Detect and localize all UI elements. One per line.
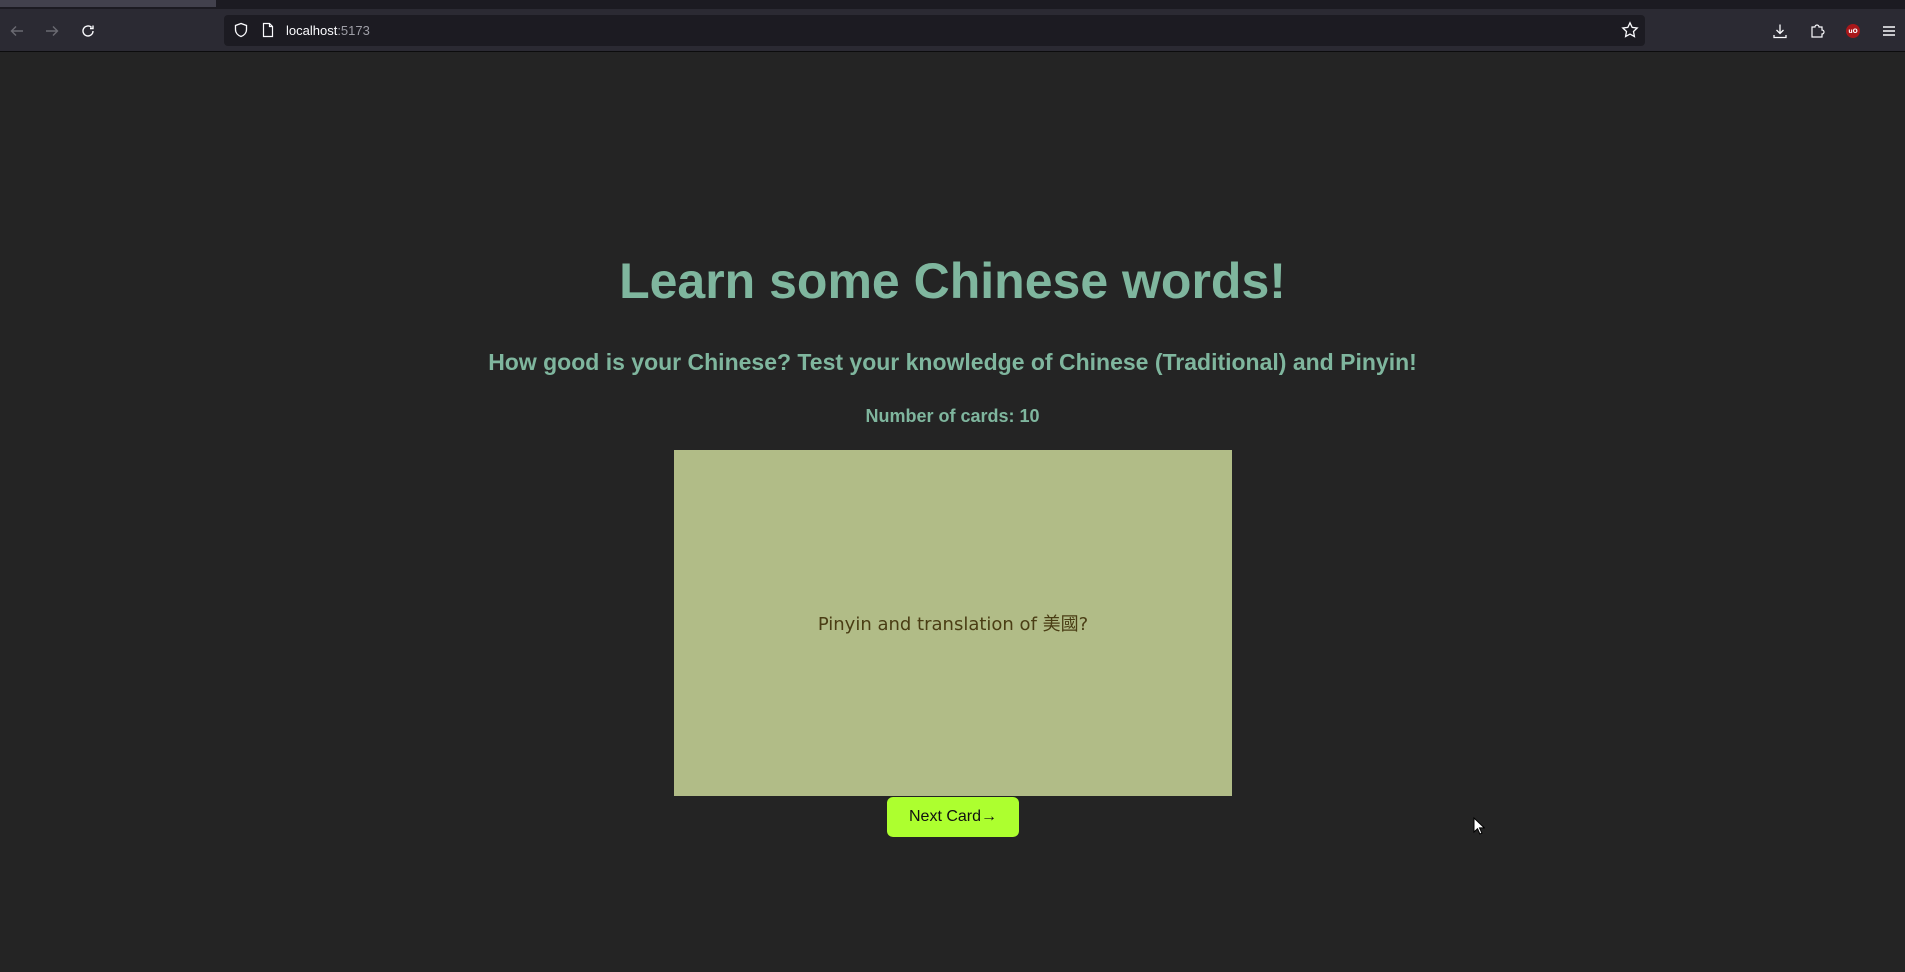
- next-card-button[interactable]: Next Card→: [887, 797, 1019, 837]
- ublock-icon: uO: [1846, 24, 1860, 38]
- mouse-cursor-icon: [1473, 817, 1485, 835]
- ublock-button[interactable]: uO: [1842, 20, 1864, 42]
- card-question: Pinyin and translation of 美國?: [817, 614, 1089, 635]
- puzzle-icon: [1811, 24, 1825, 38]
- arrow-left-icon: [10, 26, 23, 36]
- hamburger-menu-icon: [1883, 26, 1895, 36]
- back-button[interactable]: [6, 20, 28, 42]
- reload-button[interactable]: [77, 20, 99, 42]
- url-host: localhost: [286, 23, 338, 38]
- tab-strip: [0, 0, 1905, 9]
- reload-icon: [82, 25, 94, 37]
- download-icon: [1773, 24, 1787, 39]
- page-subtitle: How good is your Chinese? Test your know…: [488, 349, 1417, 375]
- page-icon: [262, 22, 274, 38]
- flash-card[interactable]: Pinyin and translation of 美國?: [674, 450, 1232, 796]
- extensions-button[interactable]: [1806, 20, 1828, 42]
- arrow-right-icon: [46, 26, 59, 36]
- forward-button[interactable]: [41, 20, 63, 42]
- downloads-button[interactable]: [1769, 20, 1791, 42]
- address-bar[interactable]: localhost:5173: [224, 15, 1645, 46]
- app-menu-button[interactable]: [1878, 20, 1900, 42]
- star-icon[interactable]: [1621, 21, 1639, 39]
- page-content: Learn some Chinese words! How good is yo…: [0, 52, 1905, 972]
- url-text[interactable]: localhost:5173: [286, 23, 370, 38]
- card-count: Number of cards: 10: [865, 406, 1040, 426]
- active-tab[interactable]: [0, 0, 216, 7]
- shield-icon[interactable]: [233, 22, 249, 38]
- url-port: :5173: [337, 23, 370, 38]
- browser-toolbar: localhost:5173 uO: [0, 9, 1905, 52]
- page-title: Learn some Chinese words!: [619, 253, 1286, 309]
